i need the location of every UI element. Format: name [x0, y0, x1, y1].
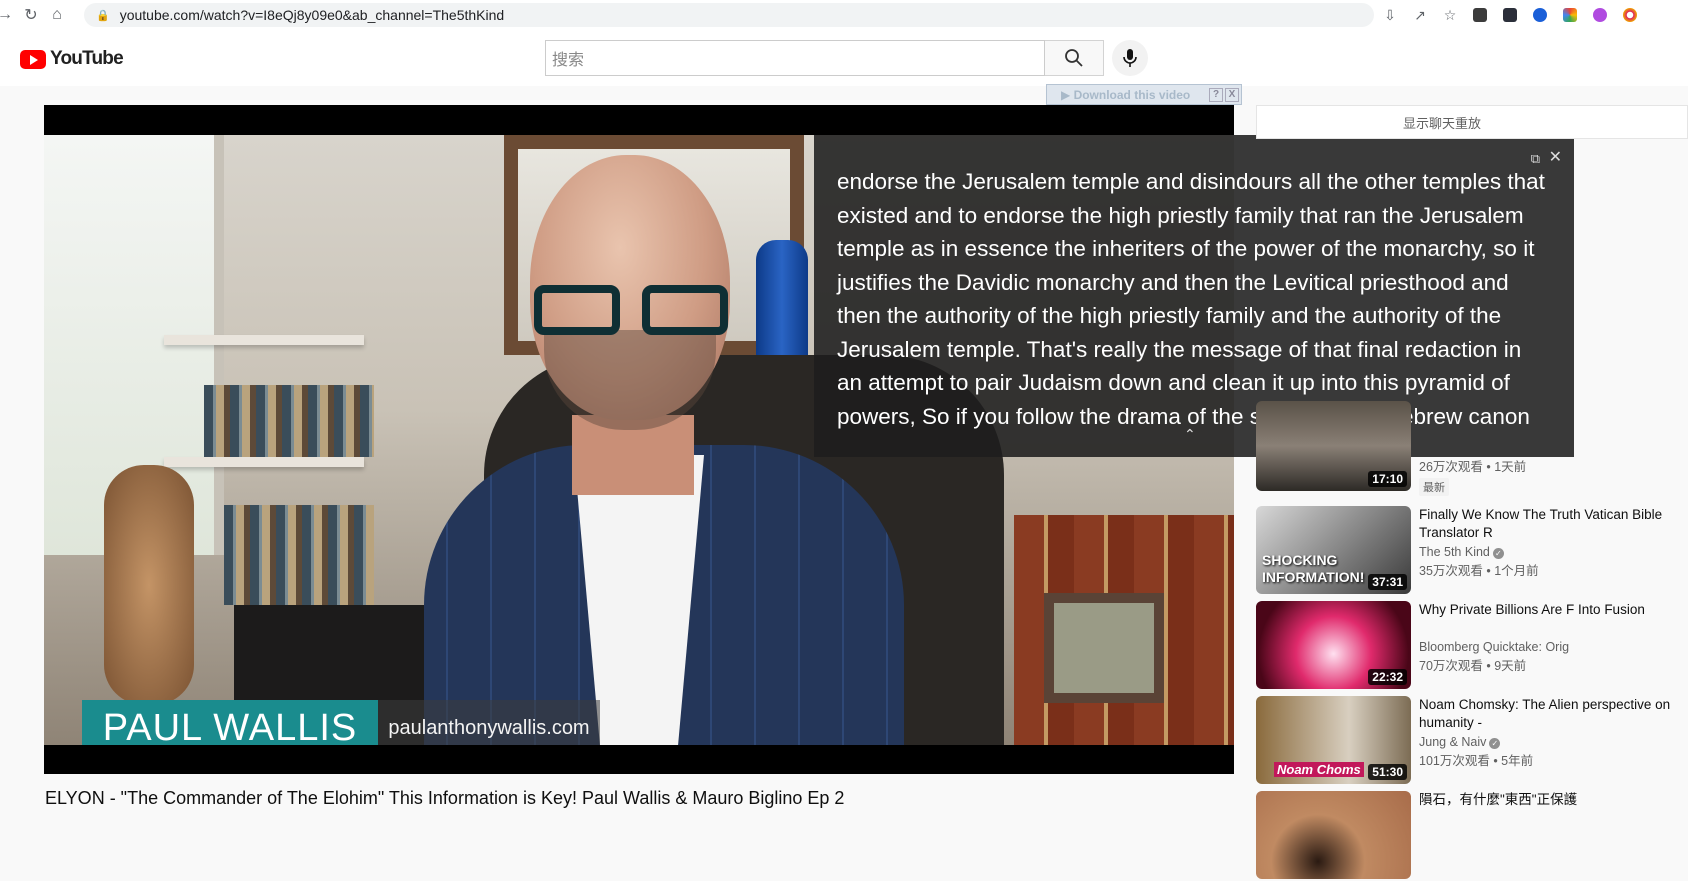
- install-icon[interactable]: ⇩: [1378, 3, 1402, 27]
- download-video-bar[interactable]: ▶ Download this video ? X: [1046, 84, 1242, 105]
- channel-name[interactable]: The 5th Kind ✓: [1419, 545, 1688, 559]
- bookmark-star-icon[interactable]: ☆: [1438, 3, 1462, 27]
- extension-icon[interactable]: [1503, 8, 1517, 22]
- channel-label: The 5th Kind: [1419, 545, 1490, 559]
- youtube-play-icon: [20, 49, 46, 69]
- lower-third: PAUL WALLIS paulanthonywallis.com: [82, 700, 600, 745]
- toolbar-icons: ⇩ ↗ ☆: [1378, 3, 1642, 27]
- youtube-logo[interactable]: YouTube: [20, 48, 124, 70]
- thumbnail-text: Noam Choms: [1274, 762, 1364, 777]
- new-badge: 最新: [1419, 478, 1449, 496]
- recommendation-item[interactable]: Noam Choms 51:30 Noam Chomsky: The Alien…: [1256, 696, 1688, 786]
- speaker-glasses: [534, 285, 729, 337]
- verified-icon: ✓: [1489, 738, 1501, 749]
- chat-replay-label: 显示聊天重放: [1403, 115, 1482, 131]
- bookshelf: [224, 505, 374, 605]
- duration-badge: 17:10: [1368, 471, 1407, 487]
- channel-name[interactable]: Bloomberg Quicktake: Orig: [1419, 640, 1688, 654]
- video-thumbnail[interactable]: 22:32: [1256, 601, 1411, 689]
- shelf: [164, 335, 364, 345]
- video-meta: 35万次观看 • 1个月前: [1419, 564, 1539, 578]
- lock-icon: 🔒: [96, 9, 110, 22]
- video-thumbnail[interactable]: 17:10: [1256, 401, 1411, 491]
- shelf: [164, 457, 364, 467]
- url-text: youtube.com/watch?v=I8eQj8y09e0&ab_chann…: [119, 7, 505, 23]
- recommendation-item[interactable]: 22:32 Why Private Billions Are F Into Fu…: [1256, 601, 1688, 691]
- recommendation-item[interactable]: 隕石，有什麼"東西"正保護: [1256, 791, 1688, 881]
- youtube-header: YouTube 搜索: [0, 30, 1688, 86]
- search-input[interactable]: 搜索: [545, 40, 1045, 76]
- thumbnail-text: SHOCKING INFORMATION!: [1262, 552, 1365, 585]
- search-button[interactable]: [1045, 40, 1104, 76]
- extension-icon[interactable]: [1563, 8, 1577, 22]
- recommendation-item[interactable]: 17:10 26万次观看 • 1天前 最新: [1256, 401, 1688, 503]
- sidebar: 显示聊天重放 17:10 26万次观看 • 1天前 最新 SHOCKING IN…: [1256, 105, 1688, 881]
- browser-toolbar: → ↻ ⌂ 🔒 youtube.com/watch?v=I8eQj8y09e0&…: [0, 0, 1688, 30]
- home-icon[interactable]: ⌂: [44, 2, 70, 28]
- microphone-icon: [1123, 49, 1137, 67]
- search-placeholder: 搜索: [552, 52, 585, 69]
- show-chat-replay-button[interactable]: 显示聊天重放: [1256, 105, 1688, 139]
- extension-icon[interactable]: [1593, 8, 1607, 22]
- voice-search-button[interactable]: [1112, 40, 1148, 76]
- close-icon[interactable]: X: [1225, 87, 1239, 102]
- lower-third-name: PAUL WALLIS: [82, 700, 378, 745]
- video-thumbnail[interactable]: [1256, 791, 1411, 879]
- chevron-up-icon[interactable]: ⌃: [1184, 418, 1196, 452]
- bookshelf: [204, 385, 374, 457]
- duration-badge: 37:31: [1368, 574, 1407, 590]
- duration-badge: 51:30: [1368, 764, 1407, 780]
- photo-frame: [1044, 593, 1164, 703]
- verified-icon: ✓: [1492, 548, 1504, 559]
- logo-text: YouTube: [50, 48, 124, 69]
- download-video-button[interactable]: ▶ Download this video: [1047, 88, 1209, 102]
- guitar: [104, 465, 194, 705]
- video-title[interactable]: Why Private Billions Are F Into Fusion: [1419, 601, 1688, 637]
- share-icon[interactable]: ↗: [1408, 3, 1432, 27]
- video-thumbnail[interactable]: Noam Choms 51:30: [1256, 696, 1411, 784]
- video-meta: 101万次观看 • 5年前: [1419, 754, 1534, 768]
- lower-third-website: paulanthonywallis.com: [378, 700, 600, 745]
- extension-icon[interactable]: [1533, 8, 1547, 22]
- video-thumbnail[interactable]: SHOCKING INFORMATION! 37:31: [1256, 506, 1411, 594]
- video-title: ELYON - "The Commander of The Elohim" Th…: [45, 788, 845, 808]
- channel-label: Jung & Naiv: [1419, 735, 1487, 749]
- video-meta: 26万次观看 • 1天前: [1419, 460, 1527, 474]
- extension-icon[interactable]: [1623, 8, 1637, 22]
- video-title[interactable]: Noam Chomsky: The Alien perspective on h…: [1419, 696, 1688, 732]
- extension-icon[interactable]: [1473, 8, 1487, 22]
- video-title[interactable]: Finally We Know The Truth Vatican Bible …: [1419, 506, 1688, 542]
- reload-icon[interactable]: ↻: [18, 2, 44, 28]
- help-icon[interactable]: ?: [1209, 87, 1223, 102]
- video-title[interactable]: 隕石，有什麼"東西"正保護: [1419, 791, 1688, 809]
- channel-name[interactable]: Jung & Naiv ✓: [1419, 735, 1688, 749]
- video-meta: 70万次观看 • 9天前: [1419, 659, 1527, 673]
- duration-badge: 22:32: [1368, 669, 1407, 685]
- address-bar[interactable]: 🔒 youtube.com/watch?v=I8eQj8y09e0&ab_cha…: [84, 3, 1374, 27]
- recommendation-item[interactable]: SHOCKING INFORMATION! 37:31 Finally We K…: [1256, 506, 1688, 596]
- search-icon: [1065, 49, 1083, 67]
- back-icon[interactable]: →: [0, 2, 18, 28]
